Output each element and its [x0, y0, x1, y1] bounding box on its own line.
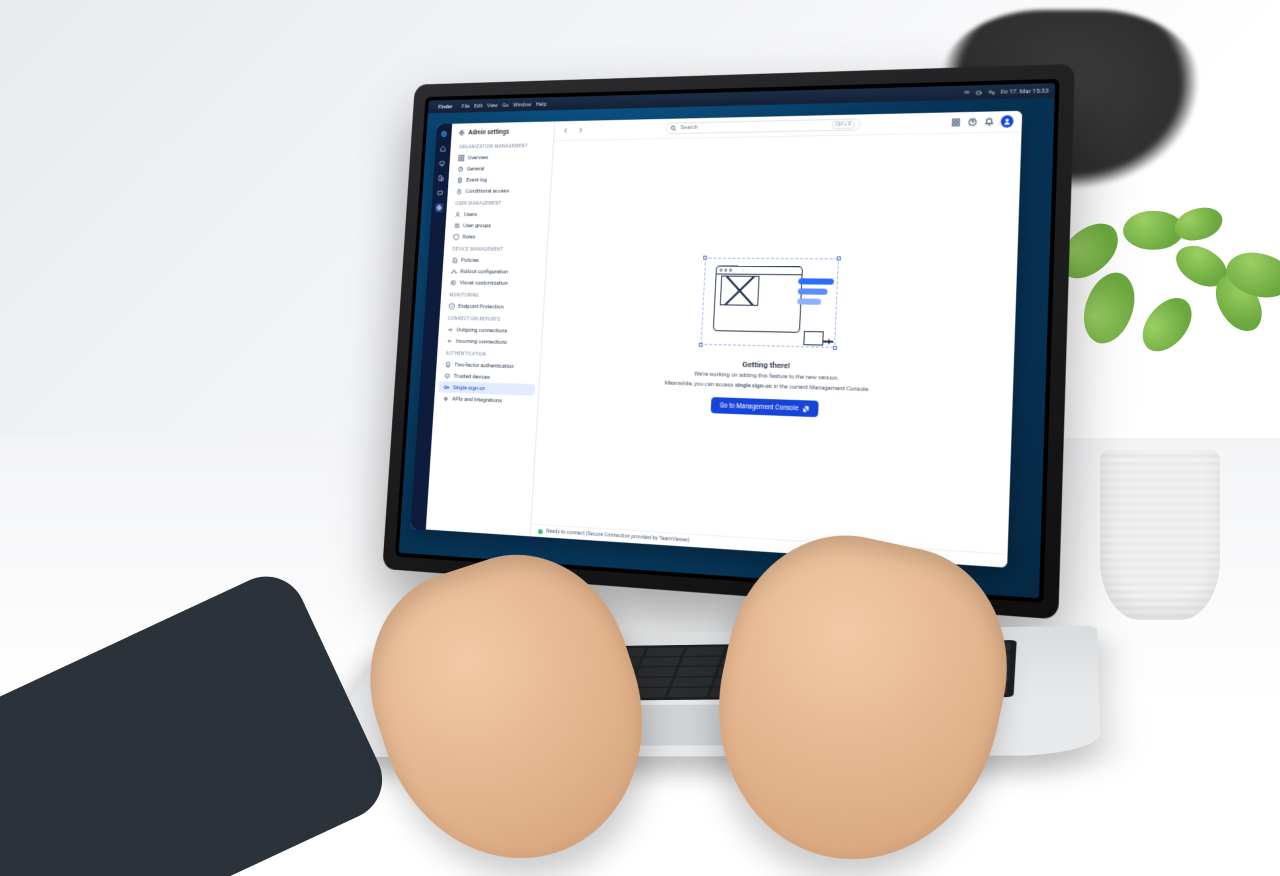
- sidebar-item-usergroups[interactable]: User groups: [449, 220, 545, 231]
- sidebar-item-label: Rollout configuration: [460, 268, 508, 275]
- users-icon: [455, 211, 461, 218]
- menubar-app-name[interactable]: Finder: [438, 103, 453, 110]
- endpoint-icon: [449, 302, 455, 309]
- trusted-icon: [444, 372, 450, 379]
- rollout-icon: [451, 268, 457, 275]
- app-logo-icon: [440, 129, 449, 138]
- laptop: Finder File Edit View Go Window Help Fri 17. …: [382, 64, 1075, 620]
- search-input[interactable]: [680, 122, 828, 131]
- sidebar-item-label: Policies: [461, 257, 479, 264]
- condaccess-icon: [456, 188, 462, 195]
- group-label: USER MANAGEMENT: [450, 196, 546, 209]
- gear-icon: [458, 129, 465, 137]
- user-avatar[interactable]: [1001, 115, 1014, 128]
- group-label: DEVICE MANAGEMENT: [447, 242, 544, 255]
- sidebar-item-label: Event log: [466, 176, 487, 183]
- incoming-icon: [446, 337, 452, 344]
- placeholder-illustration: [695, 252, 845, 355]
- sidebar-item-label: APIs and Integrations: [452, 395, 502, 404]
- bell-icon[interactable]: [984, 117, 995, 127]
- sidebar-item-label: Users: [464, 211, 477, 218]
- menubar-item-go[interactable]: Go: [502, 102, 509, 109]
- sidebar-item-label: Roles: [462, 233, 475, 240]
- menubar-item-help[interactable]: Help: [536, 101, 547, 108]
- sidebar-item-label: Incoming connections: [456, 337, 508, 345]
- status-dot-icon: [538, 529, 543, 534]
- sidebar-item-label: General: [467, 165, 485, 172]
- sso-icon: [443, 384, 449, 391]
- search-box[interactable]: Ctrl + K: [665, 118, 860, 134]
- nav-back-button[interactable]: [561, 126, 570, 136]
- devices-icon[interactable]: [437, 174, 446, 183]
- control-center-icon[interactable]: [988, 88, 996, 95]
- outgoing-icon: [447, 326, 453, 333]
- chat-icon[interactable]: [436, 188, 445, 197]
- search-icon: [671, 125, 677, 131]
- sidebar-item-label: Two-factor authentication: [454, 361, 514, 369]
- menubar-clock[interactable]: Fri 17. Mar 15:33: [1001, 87, 1049, 95]
- go-to-management-console-button[interactable]: Go to Management Console: [711, 397, 819, 417]
- placeholder-heading: Getting there!: [742, 360, 790, 370]
- sidebar-item-label: Trusted devices: [454, 372, 491, 380]
- twofactor-icon: [445, 361, 451, 368]
- external-link-icon: [802, 405, 809, 412]
- general-icon: [457, 165, 463, 172]
- eventlog-icon: [457, 177, 463, 184]
- search-shortcut-hint: Ctrl + K: [832, 121, 854, 129]
- sidebar-item-label: Conditional access: [465, 187, 509, 194]
- wifi-icon[interactable]: [963, 89, 971, 96]
- sidebar-item-condaccess[interactable]: Conditional access: [451, 185, 547, 197]
- sidebar-item-apis[interactable]: APIs and Integrations: [437, 392, 534, 407]
- sidebar-item-label: Overview: [468, 154, 489, 161]
- nav-forward-button[interactable]: [576, 125, 585, 135]
- menubar-item-edit[interactable]: Edit: [474, 102, 483, 109]
- sidebar-item-label: Outgoing connections: [456, 326, 507, 334]
- apps-icon[interactable]: [951, 117, 962, 127]
- menubar-item-file[interactable]: File: [462, 103, 470, 110]
- menubar-item-view[interactable]: View: [487, 102, 498, 109]
- overview-icon: [458, 154, 464, 161]
- side-panel-title: Admin settings: [451, 121, 554, 140]
- menubar-item-window[interactable]: Window: [513, 101, 532, 108]
- usergroups-icon: [454, 222, 460, 229]
- sidebar-item-eventlog[interactable]: Event log: [452, 173, 548, 185]
- sidebar-item-policies[interactable]: Policies: [446, 254, 543, 266]
- main-area: Ctrl + K: [531, 111, 1023, 568]
- placeholder-line2: Meanwhile, you can access single sign-on…: [664, 380, 870, 395]
- sidebar-item-label: Visual customization: [460, 279, 509, 286]
- home-icon[interactable]: [439, 144, 448, 153]
- sidebar-item-users[interactable]: Users: [449, 208, 545, 220]
- remote-icon[interactable]: [438, 159, 447, 168]
- apis-icon: [443, 395, 449, 402]
- help-icon[interactable]: [967, 117, 978, 127]
- sidebar-item-label: User groups: [463, 222, 491, 229]
- roles-icon: [453, 233, 459, 240]
- policies-icon: [452, 257, 458, 264]
- plant: [1060, 360, 1260, 620]
- sidebar-item-roles[interactable]: Roles: [448, 231, 544, 242]
- visual-icon: [450, 279, 456, 286]
- content-placeholder: Getting there! We're working on adding t…: [531, 132, 1021, 553]
- desktop-wallpaper: Admin settings ORGANIZATION MANAGEMENTOv…: [399, 98, 1055, 599]
- battery-icon[interactable]: [976, 89, 984, 96]
- sidebar-item-label: Single sign-on: [453, 384, 486, 392]
- admin-icon[interactable]: [435, 203, 444, 212]
- sidebar-item-label: Endpoint Protection: [458, 303, 504, 310]
- admin-app-window: Admin settings ORGANIZATION MANAGEMENTOv…: [410, 111, 1022, 568]
- laptop-screen: Finder File Edit View Go Window Help Fri 17. …: [399, 83, 1055, 598]
